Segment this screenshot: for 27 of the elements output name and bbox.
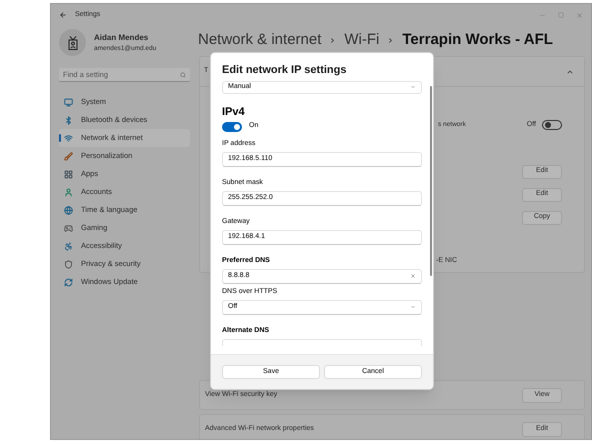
wifi-icon: [64, 134, 73, 142]
id-badge-icon: [68, 36, 78, 50]
user-name: Aidan Mendes: [94, 32, 150, 44]
back-icon[interactable]: [59, 11, 67, 19]
search-icon: [180, 72, 186, 78]
shield-icon: [64, 260, 73, 268]
globe-icon: [64, 206, 73, 214]
chevron-icon: [329, 37, 336, 44]
dialog-title: Edit network IP settings: [222, 63, 348, 77]
breadcrumb-link[interactable]: Network & internet: [198, 29, 322, 52]
clear-icon[interactable]: [410, 273, 416, 279]
grid-icon: [64, 170, 73, 178]
breadcrumb-link[interactable]: Wi-Fi: [344, 29, 380, 52]
bluetooth-icon: [64, 116, 73, 124]
toggle-switch[interactable]: [222, 122, 242, 132]
gamepad-icon: [64, 224, 73, 232]
refresh-icon: [64, 278, 73, 286]
caret-icon: [410, 84, 416, 90]
person-icon: [64, 188, 73, 196]
section-heading: IPv4: [222, 104, 246, 118]
monitor-icon: [64, 98, 73, 106]
page-title: Terrapin Works - AFL: [402, 30, 553, 50]
chevron-icon: [387, 37, 394, 44]
toggle-switch[interactable]: [542, 120, 562, 130]
accessibility-icon: [64, 242, 73, 250]
brush-icon: [64, 152, 73, 160]
caret-icon: [410, 304, 416, 310]
